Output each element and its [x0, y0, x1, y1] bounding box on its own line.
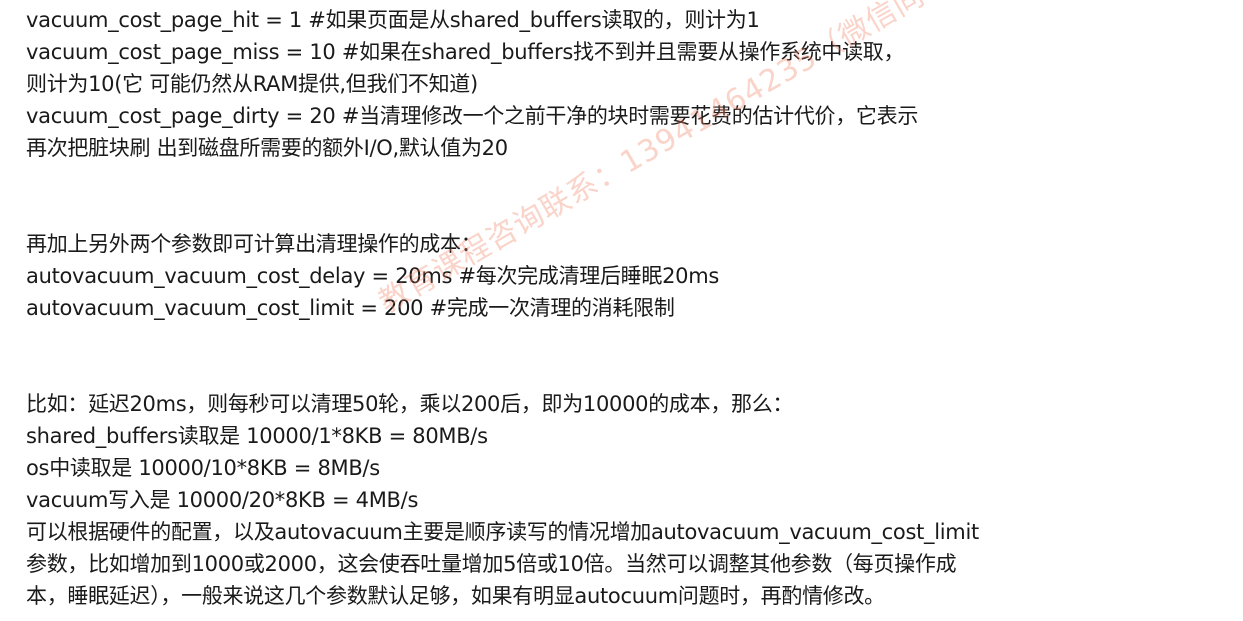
- text-line: shared_buffers读取是 10000/1*8KB = 80MB/s: [26, 424, 488, 448]
- text-line: os中读取是 10000/10*8KB = 8MB/s: [26, 456, 380, 480]
- text-line: 可以根据硬件的配置，以及autovacuum主要是顺序读写的情况增加autova…: [26, 520, 979, 544]
- text-line: vacuum写入是 10000/20*8KB = 4MB/s: [26, 488, 419, 512]
- text-line: 本，睡眠延迟），一般来说这几个参数默认足够，如果有明显autocuum问题时，再…: [26, 584, 885, 608]
- text-line: 则计为10(它 可能仍然从RAM提供,但我们不知道): [26, 72, 478, 96]
- text-line: vacuum_cost_page_hit = 1 #如果页面是从shared_b…: [26, 8, 760, 32]
- text-line: autovacuum_vacuum_cost_limit = 200 #完成一次…: [26, 296, 675, 320]
- text-line: 参数，比如增加到1000或2000，这会使吞吐量增加5倍或10倍。当然可以调整其…: [26, 552, 957, 576]
- text-line: vacuum_cost_page_dirty = 20 #当清理修改一个之前干净…: [26, 104, 919, 128]
- document-body: vacuum_cost_page_hit = 1 #如果页面是从shared_b…: [26, 4, 1226, 612]
- text-line: 比如：延迟20ms，则每秒可以清理50轮，乘以200后，即为10000的成本，那…: [26, 392, 794, 416]
- text-line: autovacuum_vacuum_cost_delay = 20ms #每次完…: [26, 264, 720, 288]
- text-line: 再加上另外两个参数即可计算出清理操作的成本：: [26, 232, 482, 256]
- text-line: 再次把脏块刷 出到磁盘所需要的额外I/O,默认值为20: [26, 136, 508, 160]
- text-line: vacuum_cost_page_miss = 10 #如果在shared_bu…: [26, 40, 905, 64]
